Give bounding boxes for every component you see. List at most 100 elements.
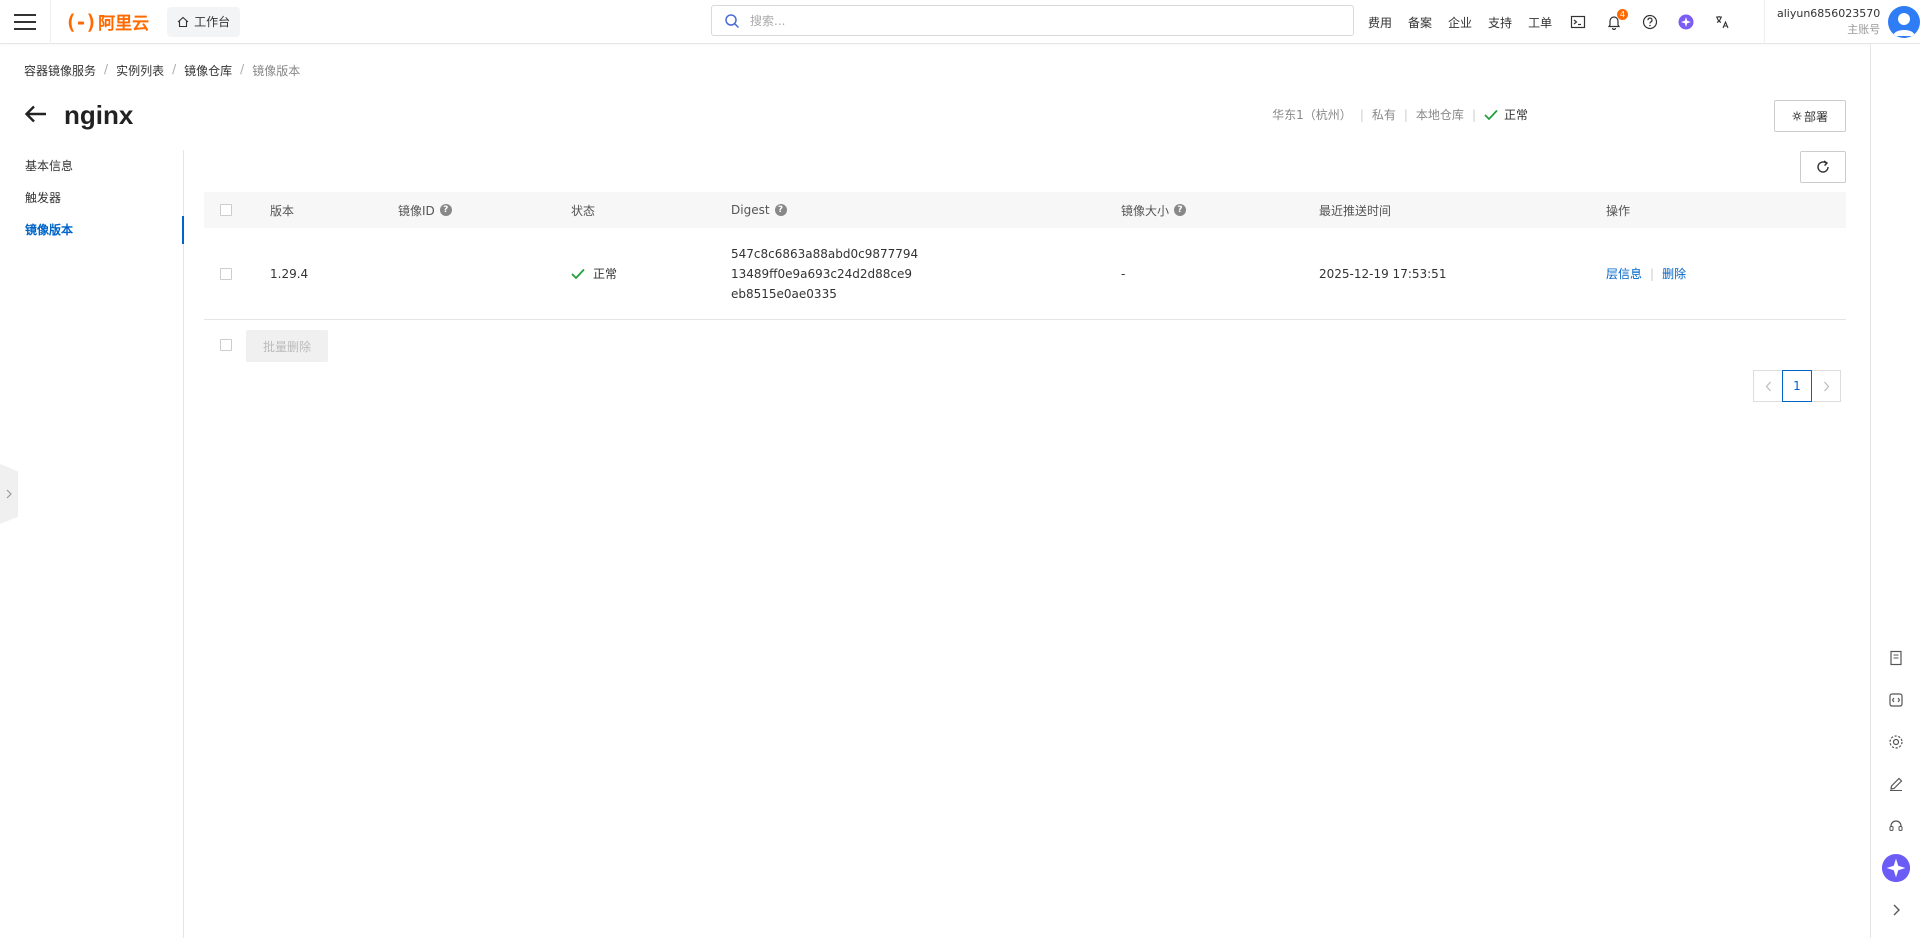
customer-service-tool[interactable] — [1871, 811, 1920, 841]
col-image-id: 镜像ID? — [398, 202, 452, 219]
prev-page-button[interactable] — [1753, 370, 1783, 402]
feedback-tool[interactable] — [1871, 769, 1920, 799]
question-circle-icon — [1642, 14, 1658, 30]
title-row: nginx — [24, 100, 133, 131]
help-icon[interactable]: ? — [439, 204, 452, 216]
back-button[interactable] — [24, 104, 48, 127]
help-icon[interactable]: ? — [774, 204, 787, 216]
checkbox[interactable] — [220, 267, 232, 280]
nav-triggers[interactable]: 触发器 — [0, 182, 183, 214]
repo-visibility: 私有 — [1371, 108, 1396, 122]
table-header: 版本 镜像ID? 状态 Digest? 镜像大小? 最近推送时间 操作 — [204, 192, 1846, 228]
aliyun-logo[interactable]: (-) 阿里云 — [50, 0, 161, 44]
select-all-checkbox[interactable] — [220, 204, 232, 216]
breadcrumb-item[interactable]: 容器镜像服务 — [24, 62, 96, 79]
cell-digest: 547c8c6863a88abd0c9877794 13489ff0e9a693… — [731, 244, 918, 304]
table-row: 1.29.4 正常 547c8c6863a88abd0c9877794 1348… — [204, 228, 1846, 320]
page-number[interactable]: 1 — [1782, 370, 1812, 402]
gear-icon — [1889, 735, 1903, 749]
ai-assistant-tool[interactable] — [1871, 853, 1920, 883]
batch-actions: 批量删除 — [204, 330, 328, 362]
notification-button[interactable]: 4 — [1604, 9, 1629, 32]
layer-info-link[interactable]: 层信息 — [1606, 265, 1642, 282]
menu-button[interactable] — [0, 0, 50, 44]
refresh-button[interactable] — [1800, 151, 1846, 183]
api-tool[interactable] — [1871, 685, 1920, 715]
chevron-right-icon — [6, 489, 12, 499]
breadcrumb-separator: / — [104, 62, 109, 76]
home-icon — [177, 16, 189, 27]
help-icon[interactable]: ? — [1174, 204, 1187, 216]
breadcrumb-separator: / — [172, 62, 177, 76]
delete-link[interactable]: 删除 — [1662, 265, 1686, 282]
user-avatar-icon — [1893, 13, 1916, 36]
page-title: nginx — [64, 100, 134, 130]
nav-basic-info[interactable]: 基本信息 — [0, 150, 183, 182]
deploy-label: 部署 — [1803, 109, 1828, 124]
action-divider: | — [1650, 266, 1655, 281]
col-digest: Digest? — [731, 203, 787, 217]
digest-line: eb8515e0ae0335 — [731, 286, 837, 301]
nav-ticket[interactable]: 工单 — [1528, 14, 1552, 31]
chevron-right-icon — [1893, 904, 1900, 916]
batch-select-checkbox[interactable] — [220, 338, 232, 354]
pagination: 1 — [1753, 370, 1841, 402]
breadcrumb-item[interactable]: 实例列表 — [116, 62, 164, 79]
col-actions: 操作 — [1606, 203, 1631, 218]
arrow-left-icon — [24, 105, 46, 123]
breadcrumb-item[interactable]: 镜像仓库 — [184, 62, 232, 79]
help-button[interactable] — [1640, 12, 1660, 32]
checkbox[interactable] — [220, 204, 232, 216]
meta-divider: | — [1471, 107, 1476, 122]
next-page-button[interactable] — [1811, 370, 1841, 402]
breadcrumb-current: 镜像版本 — [252, 64, 301, 78]
top-nav: 费用 备案 企业 支持 工单 4 — [1368, 0, 1748, 44]
user-info: aliyun6856023570 主账号 — [1777, 6, 1880, 38]
nav-image-versions[interactable]: 镜像版本 — [0, 214, 184, 246]
ai-assistant-button[interactable] — [1676, 12, 1696, 32]
col-version: 版本 — [270, 203, 295, 218]
meta-divider: | — [1359, 107, 1364, 122]
code-icon — [1889, 693, 1903, 707]
translate-icon — [1716, 16, 1729, 29]
row-checkbox[interactable] — [220, 267, 232, 280]
col-image-id-label: 镜像ID — [398, 203, 435, 218]
workbench-button[interactable]: 工作台 — [167, 6, 241, 37]
terminal-button[interactable] — [1568, 12, 1588, 32]
chevron-left-icon — [1765, 381, 1771, 391]
doc-tool[interactable] — [1871, 643, 1920, 673]
right-toolbar — [1870, 44, 1920, 938]
nav-billing[interactable]: 费用 — [1368, 14, 1392, 31]
search-input[interactable] — [750, 13, 1330, 28]
nav-support[interactable]: 支持 — [1488, 14, 1512, 31]
language-button[interactable] — [1712, 12, 1732, 32]
search-box[interactable] — [711, 5, 1354, 36]
terminal-icon — [1570, 15, 1586, 29]
batch-delete-button[interactable]: 批量删除 — [246, 330, 328, 362]
expand-toolbar-button[interactable] — [1871, 895, 1920, 925]
pencil-icon — [1890, 777, 1903, 791]
deploy-icon — [1792, 111, 1802, 121]
ai-star-icon — [1881, 853, 1911, 883]
cell-actions: 层信息 | 删除 — [1606, 265, 1686, 282]
col-status: 状态 — [571, 203, 596, 218]
repo-status: 正常 — [1484, 106, 1528, 123]
repo-meta: 华东1（杭州） | 私有 | 本地仓库 | 正常 — [1272, 106, 1528, 123]
check-icon — [571, 268, 585, 279]
avatar[interactable] — [1888, 6, 1920, 38]
deploy-button[interactable]: 部署 — [1774, 100, 1846, 132]
repo-region: 华东1（杭州） — [1272, 108, 1352, 122]
nav-enterprise[interactable]: 企业 — [1448, 14, 1472, 31]
sidebar-expand-handle[interactable] — [0, 464, 18, 524]
search-icon — [725, 13, 740, 28]
repo-status-label: 正常 — [1503, 108, 1528, 122]
settings-tool[interactable] — [1871, 727, 1920, 757]
nav-icp[interactable]: 备案 — [1408, 14, 1432, 31]
checkbox[interactable] — [220, 338, 232, 351]
col-size: 镜像大小? — [1121, 202, 1187, 219]
logo-mark: (-) — [65, 9, 97, 34]
chevron-right-icon — [1823, 381, 1829, 391]
user-menu[interactable]: aliyun6856023570 主账号 — [1764, 0, 1920, 44]
meta-divider: | — [1403, 107, 1408, 122]
cell-pushed: 2025-12-19 17:53:51 — [1319, 266, 1447, 281]
